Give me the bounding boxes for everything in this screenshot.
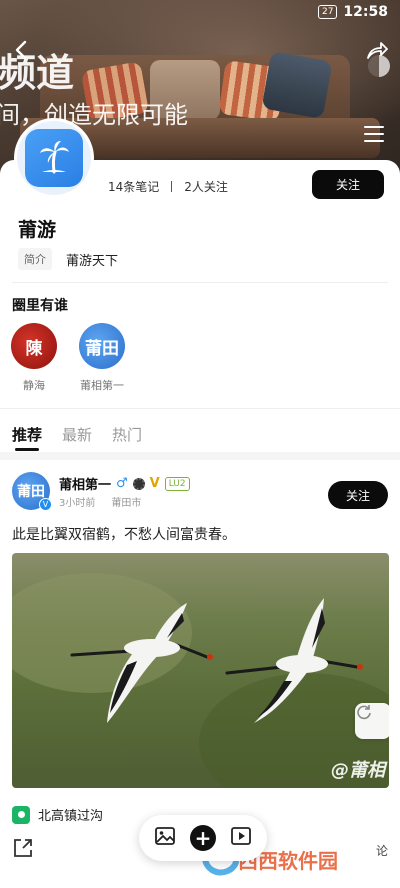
vip-icon: V: [149, 476, 160, 491]
notes-count[interactable]: 14条笔记: [108, 178, 159, 195]
image-watermark: @莆相: [331, 760, 385, 781]
channel-name: 莆游: [18, 219, 57, 241]
section-gap: [0, 452, 400, 460]
divider: [12, 282, 388, 283]
back-icon[interactable]: [8, 36, 36, 64]
intro-tag: 简介: [18, 248, 52, 270]
post-author-name[interactable]: 莆相第一: [59, 474, 111, 493]
stats-separator: [171, 181, 173, 192]
male-gender-icon: ♂: [116, 476, 128, 491]
profile-card: 14条笔记 2人关注 关注 莆游 简介 莆游天下 圈里有谁 陳 静海 莆田 莆相…: [0, 118, 400, 888]
post-meta: 3小时前 莆田市: [59, 494, 141, 509]
tab-hot[interactable]: 热门: [112, 424, 142, 445]
status-bar: 27 12:58: [317, 4, 388, 20]
banner-pillow: [261, 51, 333, 119]
member-name: 莆相第一: [80, 379, 124, 392]
create-toolbar: +: [139, 815, 267, 861]
member-item[interactable]: 莆田 莆相第一: [78, 323, 126, 393]
medal-icon: [132, 477, 145, 490]
battery-indicator: 27: [317, 5, 338, 19]
post-text[interactable]: 此是比翼双宿鹤，不愁人间富贵春。: [12, 524, 236, 544]
circle-members-title: 圈里有谁: [12, 298, 68, 314]
followers-count[interactable]: 2人关注: [184, 178, 228, 195]
divider: [0, 408, 400, 409]
follow-author-button[interactable]: 关注: [328, 481, 388, 509]
video-post-icon[interactable]: [230, 826, 252, 850]
author-row: 莆相第一 ♂ V LU2: [59, 474, 190, 493]
menu-icon[interactable]: [364, 126, 384, 142]
channel-intro: 简介 莆游天下: [18, 248, 118, 270]
level-badge: LU2: [164, 476, 190, 491]
image-post-icon[interactable]: [154, 826, 176, 850]
circle-members-list: 陳 静海 莆田 莆相第一: [10, 323, 126, 393]
status-time: 12:58: [343, 4, 388, 20]
verified-icon: V: [39, 498, 52, 511]
post-time: 3小时前: [59, 498, 96, 509]
location-pin-icon: [12, 805, 30, 824]
tab-latest[interactable]: 最新: [62, 424, 92, 445]
member-item[interactable]: 陳 静海: [10, 323, 58, 393]
member-avatar: 莆田: [79, 323, 125, 369]
profile-stats: 14条笔记 2人关注: [108, 178, 228, 195]
post-city: 莆田市: [111, 498, 142, 509]
add-post-icon[interactable]: +: [190, 825, 216, 851]
feed-tabs: 推荐 最新 热门: [12, 424, 142, 451]
share-out-icon[interactable]: [12, 837, 34, 859]
member-name: 静海: [23, 379, 45, 392]
palm-tree-icon: [25, 129, 83, 187]
profile-avatar[interactable]: [14, 118, 94, 198]
post-header: 莆田 V 莆相第一 ♂ V LU2 3小时前 莆田市 关注: [12, 472, 388, 512]
tab-recommended[interactable]: 推荐: [12, 424, 42, 451]
post-image[interactable]: @莆相: [12, 553, 389, 788]
refresh-icon[interactable]: [355, 703, 389, 739]
post-location[interactable]: 北高镇过沟: [12, 805, 103, 824]
member-avatar: 陳: [11, 323, 57, 369]
follow-channel-button[interactable]: 关注: [312, 170, 384, 199]
cranes-illustration: [70, 598, 363, 723]
intro-text: 莆游天下: [66, 253, 119, 269]
location-name: 北高镇过沟: [38, 809, 104, 824]
banner-slogan: 间，创造无限可能: [0, 101, 188, 129]
banner-ornament: [368, 55, 390, 77]
